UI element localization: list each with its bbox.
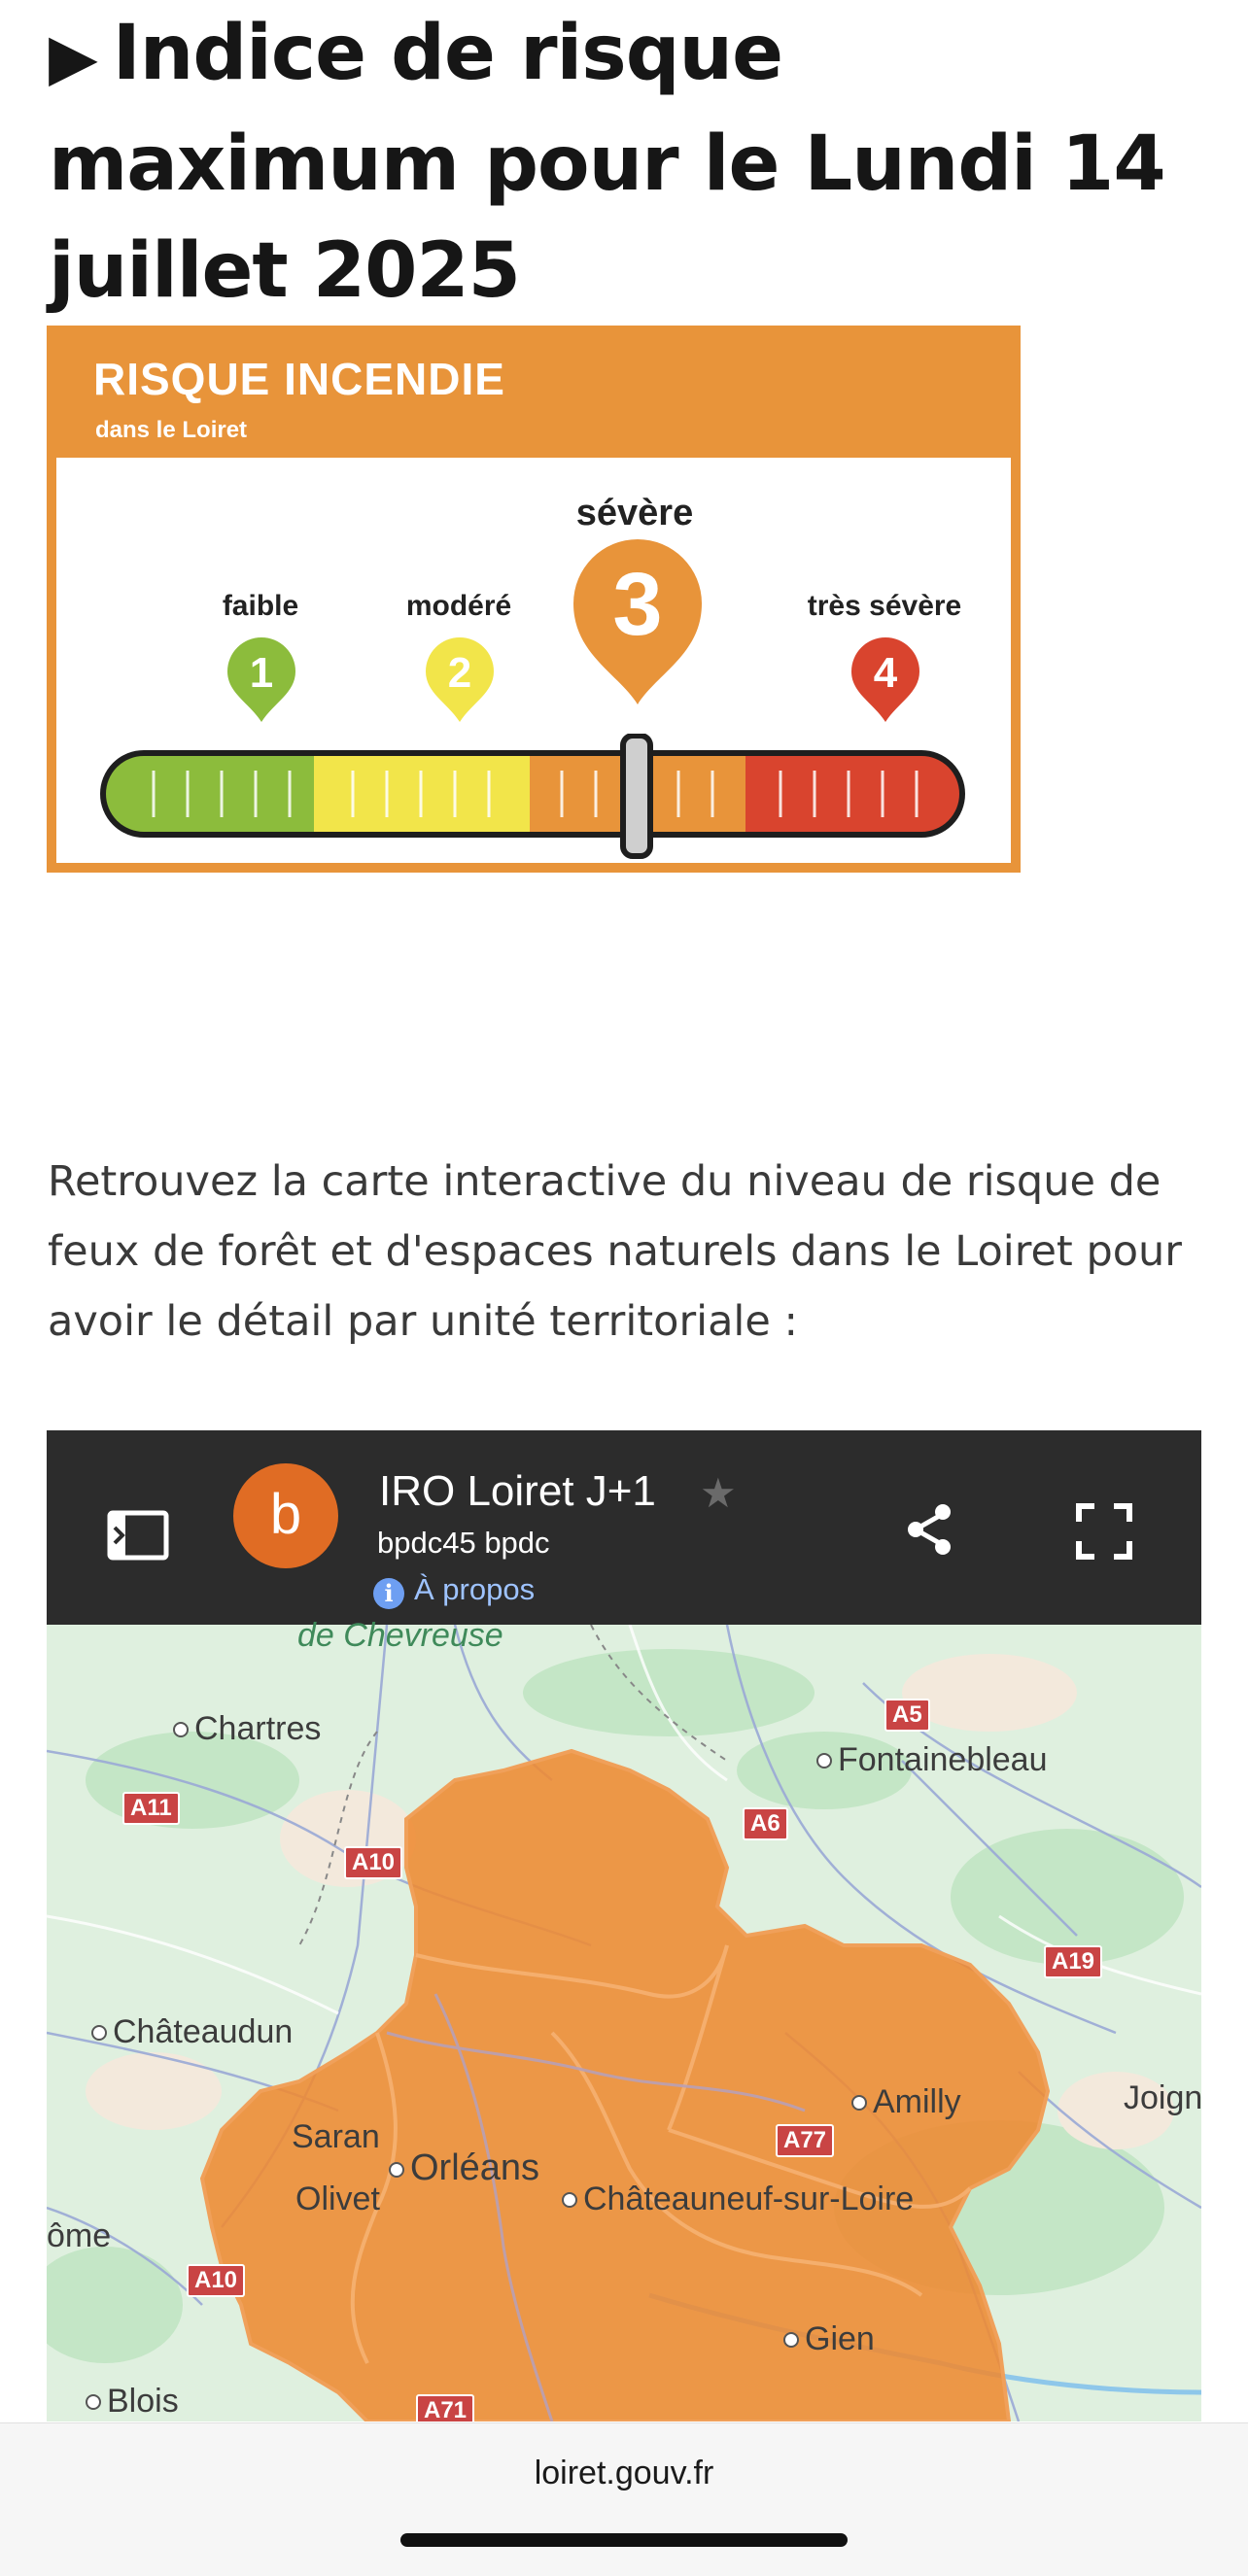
fullscreen-icon[interactable]: [1075, 1502, 1133, 1561]
risk-card: RISQUE INCENDIE dans le Loiret faible mo…: [47, 326, 1021, 873]
road-a5: A5: [884, 1699, 930, 1732]
url-text[interactable]: loiret.gouv.fr: [0, 2455, 1248, 2492]
place-olivet: Olivet: [295, 2181, 380, 2217]
svg-text:4: 4: [874, 649, 898, 697]
level-label-4: très sévère: [807, 590, 962, 622]
level-3-pin-icon: 3: [573, 539, 702, 704]
risk-card-subtitle: dans le Loiret: [95, 417, 248, 443]
share-icon[interactable]: [904, 1502, 954, 1557]
place-orleans: Orléans: [389, 2147, 539, 2189]
place-amilly: Amilly: [851, 2083, 961, 2121]
star-icon[interactable]: ★: [700, 1469, 737, 1517]
browser-address-bar[interactable]: loiret.gouv.fr: [0, 2422, 1248, 2576]
road-a11: A11: [122, 1792, 180, 1825]
road-a19: A19: [1044, 1945, 1103, 1978]
map-canvas[interactable]: de Chevreuse Chartres Fontainebleau Chât…: [47, 1617, 1201, 2421]
place-chateaudun: Châteaudun: [91, 2013, 293, 2051]
road-a10: A10: [344, 1846, 403, 1879]
svg-text:2: 2: [448, 649, 471, 697]
road-a71: A71: [416, 2394, 475, 2421]
level-label-1: faible: [222, 590, 299, 622]
risk-gauge: [100, 734, 965, 859]
level-label-3: sévère: [575, 493, 694, 533]
place-vendome: ôme: [47, 2217, 112, 2254]
map-header-bar: b IRO Loiret J+1 ★ bpdc45 bpdc i À propos: [47, 1430, 1201, 1625]
place-gien: Gien: [783, 2320, 875, 2358]
map-intro-paragraph: Retrouvez la carte interactive du niveau…: [48, 1157, 1182, 1346]
info-icon: i: [373, 1578, 404, 1609]
svg-text:1: 1: [250, 649, 273, 697]
level-label-2: modéré: [405, 590, 512, 622]
play-triangle-icon: ▶: [49, 19, 98, 94]
embedded-map[interactable]: b IRO Loiret J+1 ★ bpdc45 bpdc i À propos: [47, 1430, 1201, 2421]
map-title: IRO Loiret J+1: [379, 1467, 656, 1515]
avatar[interactable]: b: [233, 1463, 338, 1568]
place-joigny: Joigny: [1124, 2079, 1201, 2116]
place-chartres: Chartres: [173, 1710, 321, 1748]
home-indicator[interactable]: [400, 2533, 848, 2547]
level-1-pin-icon: 1: [227, 637, 295, 722]
place-saran: Saran: [292, 2118, 380, 2155]
place-chateauneuf: Châteauneuf-sur-Loire: [562, 2181, 914, 2218]
page-heading: ▶ Indice de risque maximum pour le Lundi …: [49, 0, 1215, 325]
road-a10-south: A10: [187, 2264, 246, 2297]
road-a77: A77: [776, 2124, 835, 2157]
heading-text: Indice de risque maximum pour le Lundi 1…: [49, 10, 1166, 315]
sidebar-toggle-icon[interactable]: [107, 1510, 169, 1561]
about-link[interactable]: i À propos: [373, 1572, 535, 1609]
svg-text:3: 3: [612, 555, 662, 654]
map-owner: bpdc45 bpdc: [377, 1526, 550, 1560]
place-fontainebleau: Fontainebleau: [816, 1741, 1048, 1779]
level-2-pin-icon: 2: [426, 637, 494, 722]
about-label: À propos: [414, 1572, 536, 1606]
place-blois: Blois: [86, 2383, 179, 2421]
level-4-pin-icon: 4: [851, 637, 919, 722]
risk-card-title: RISQUE INCENDIE: [93, 354, 505, 404]
road-a6: A6: [743, 1807, 788, 1840]
place-chevreuse: de Chevreuse: [297, 1617, 503, 1654]
